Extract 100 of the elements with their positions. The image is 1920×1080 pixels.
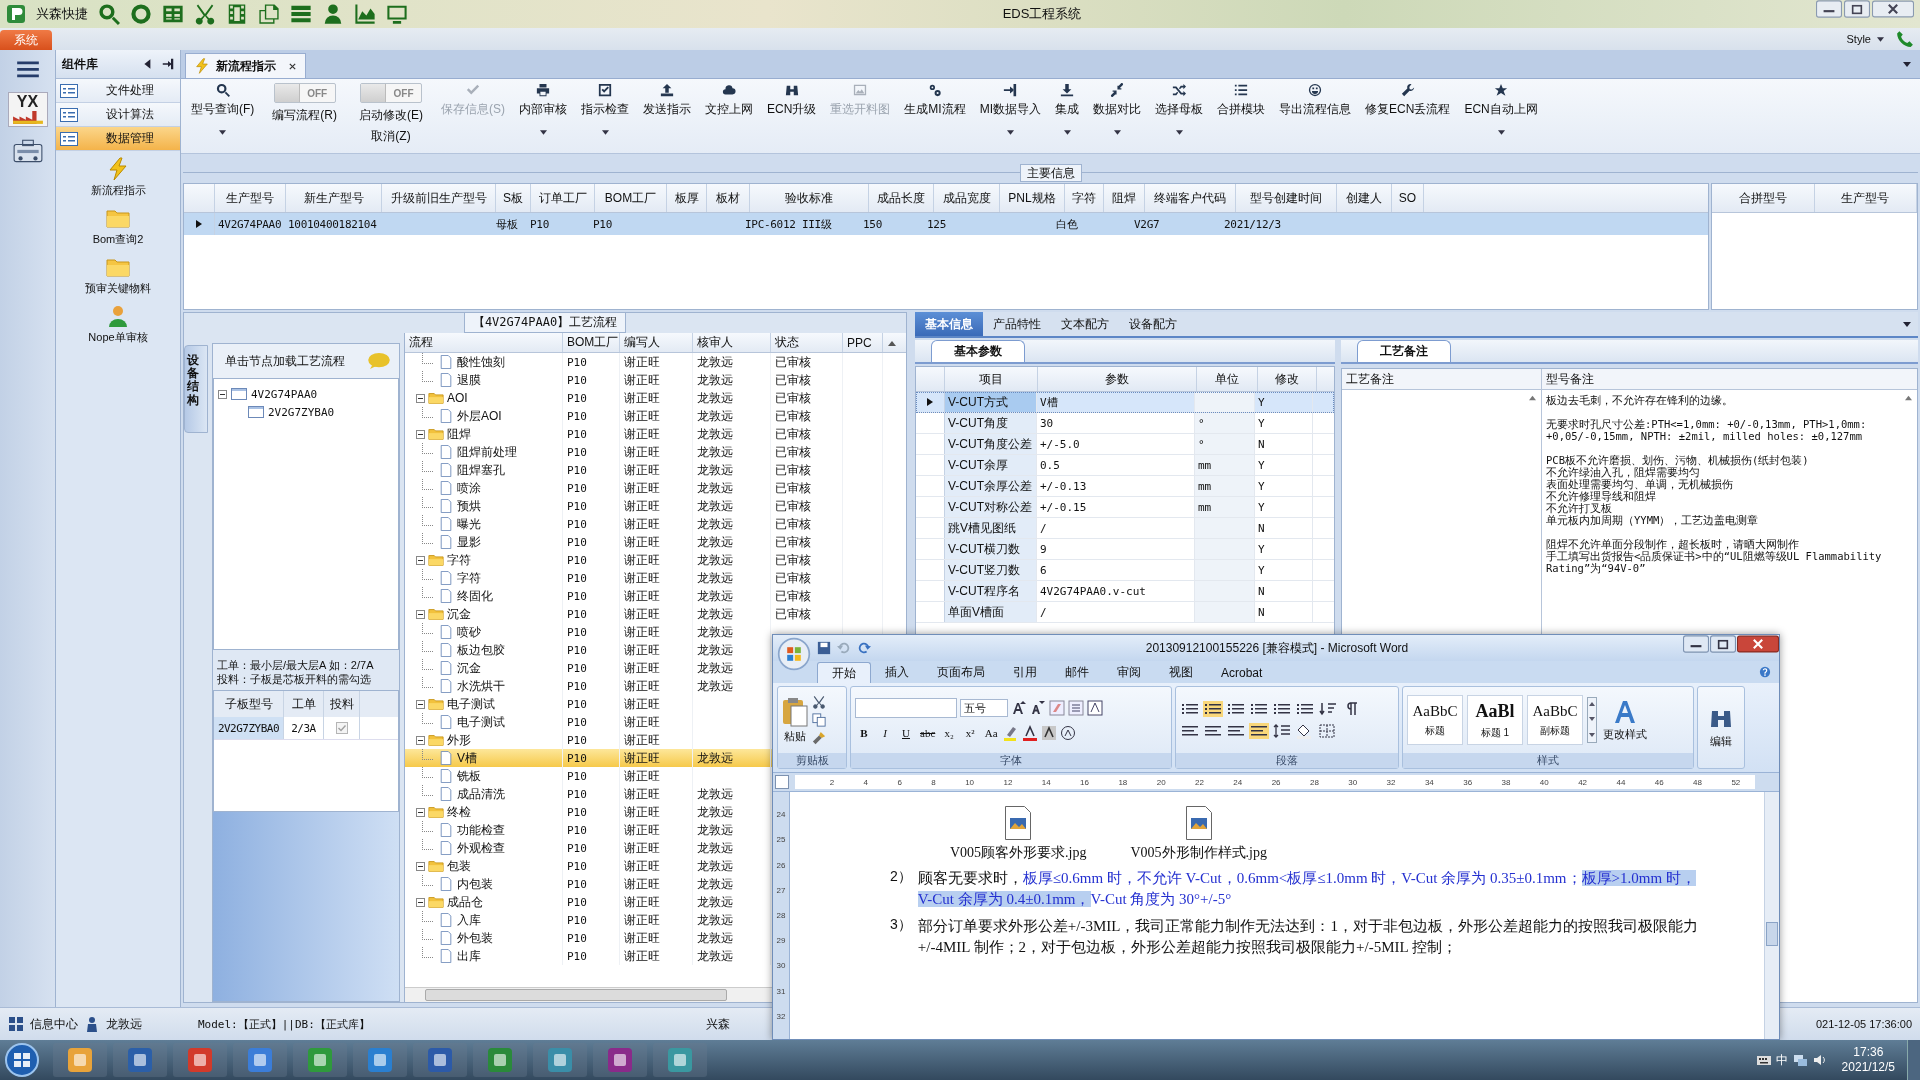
tree-node[interactable]: 2V2G7ZYBA0 [268,405,335,419]
column-header[interactable]: BOM工厂 [563,333,620,352]
ribbon-tab[interactable]: 插入 [871,662,923,683]
toolbar-button[interactable]: 发送指示 [639,83,695,153]
column-header[interactable]: 工单 [284,691,324,717]
column-header[interactable]: S板 [496,184,531,212]
table-row[interactable]: AOI P10 谢正旺 龙敦远 已审核 [405,389,906,407]
tab[interactable]: 设备配方 [1119,312,1187,336]
grow-font-icon[interactable] [1011,700,1027,716]
column-header[interactable]: 成品宽度 [934,184,1000,212]
format-button[interactable]: x₂ [940,724,959,742]
ribbon-tab[interactable]: Acrobat [1207,662,1277,683]
minimize-button[interactable] [1683,635,1709,653]
toolbar-button[interactable]: 选择母板 [1151,83,1208,153]
redo-icon[interactable] [857,641,871,655]
column-header[interactable]: PPC [843,333,883,352]
column-header[interactable]: 单位 [1197,367,1258,391]
format-button[interactable]: abc [918,724,938,742]
input-method-indicator[interactable]: 中 [1775,1051,1788,1069]
ribbon-tab[interactable]: 开始 [817,662,871,683]
align-icon[interactable] [1180,723,1200,739]
toolbar-button[interactable]: ECN自动上网 [1460,83,1542,153]
restore-button[interactable] [1710,635,1736,653]
table-row[interactable]: V-CUT竖刀数 6 Y [916,560,1334,581]
column-header[interactable]: 核审人 [693,333,771,352]
ribbon-tab[interactable]: 邮件 [1051,662,1103,683]
style-tile[interactable]: AaBbC 标题 [1407,695,1463,745]
start-button[interactable] [4,1042,40,1078]
toolbar-button[interactable]: 内部审核 [515,83,571,153]
format-button[interactable]: I [876,724,894,742]
align-icon[interactable] [1226,723,1246,739]
help-icon[interactable] [1759,666,1771,678]
column-header[interactable]: 验收标准 [750,184,869,212]
collapse-icon[interactable] [416,861,425,871]
tab[interactable]: 基本信息 [915,312,983,336]
toolbar-button[interactable]: MI数据导入 [975,83,1046,153]
column-header[interactable]: 参数 [1038,367,1197,391]
network-icon[interactable] [1791,1052,1808,1068]
column-header[interactable]: 流程 [405,333,563,352]
list-icon[interactable] [1180,701,1200,717]
font-color-icon[interactable] [1022,725,1039,741]
column-header[interactable]: 板材 [707,184,750,212]
align-icon[interactable] [1249,723,1269,739]
table-row[interactable]: V-CUT程序名 4V2G74PAA0.v-cut N [916,581,1334,602]
copy-icon[interactable] [812,713,826,727]
copy-icon[interactable] [258,3,280,25]
file-name[interactable]: V005外形制作样式.jpg [1130,844,1267,862]
column-header[interactable]: PNL规格 [1000,184,1065,212]
toolbar-button[interactable]: 型号查询(F) [187,83,259,153]
phone-icon[interactable] [1896,30,1914,48]
sign-in-icon[interactable] [162,58,174,70]
list-icon[interactable] [1295,701,1315,717]
close-icon[interactable] [288,61,297,71]
sidebar-item[interactable]: 文件处理 [56,79,180,103]
toolbox-icon[interactable] [11,139,44,165]
format-button[interactable]: U [897,724,915,742]
ribbon-tab[interactable]: 审阅 [1103,662,1155,683]
table-row[interactable]: 4V2G74PAA0 10010400182104 母板 P10 P10 IPC-6012 III级 150 125 白色 V2G7 2021/12/3 [184,213,1708,235]
image-file-icon[interactable] [1004,806,1033,840]
format-button[interactable]: Aa [982,724,1001,742]
app-icon[interactable] [472,1042,528,1078]
table-row[interactable]: 字符 P10 谢正旺 龙敦远 已审核 [405,569,906,587]
film-icon[interactable] [226,3,248,25]
list-icon[interactable] [1226,701,1246,717]
tab[interactable]: 文本配方 [1051,312,1119,336]
table-row[interactable]: 喷涂 P10 谢正旺 龙敦远 已审核 [405,479,906,497]
toolbar-button[interactable]: 合拼模块 [1213,83,1270,153]
toolbar-button[interactable]: 修复ECN丢流程 [1361,83,1455,153]
document-tab[interactable]: 新流程指示 [185,53,306,78]
image-file-icon[interactable] [1184,806,1213,840]
tool-button[interactable]: 新流程指示 [56,151,180,200]
monitor-icon[interactable] [386,3,408,25]
gallery-scroll-icon[interactable] [1587,697,1597,743]
toolbar-button[interactable]: 导出流程信息 [1275,83,1356,153]
collapse-icon[interactable] [416,609,425,619]
column-header[interactable]: 创建人 [1337,184,1392,212]
table-row[interactable]: 曝光 P10 谢正旺 龙敦远 已审核 [405,515,906,533]
app-icon[interactable] [412,1042,468,1078]
app-icon[interactable] [532,1042,588,1078]
column-header[interactable]: 字符 [1065,184,1104,212]
sidebar-item[interactable]: 数据管理 [56,127,180,151]
font-size-field[interactable]: 五号 [960,699,1008,717]
table-row[interactable]: V-CUT角度公差 +/-5.0 ° N [916,434,1334,455]
column-header[interactable]: 板厚 [667,184,707,212]
column-header[interactable]: 阻焊 [1104,184,1145,212]
table-row[interactable]: 字符 P10 谢正旺 龙敦远 已审核 [405,551,906,569]
sort-icon[interactable] [1318,701,1338,717]
app-icon[interactable] [592,1042,648,1078]
enclose-icon[interactable] [1060,725,1077,741]
table-row[interactable]: 单面V槽面 / N [916,602,1334,623]
app-icon[interactable] [292,1042,348,1078]
table-row[interactable]: 沉金 P10 谢正旺 龙敦远 已审核 [405,605,906,623]
column-header[interactable]: 合拼型号 [1712,184,1815,212]
close-button[interactable] [1737,635,1779,653]
menu-icon[interactable] [14,58,41,80]
cancel-button[interactable]: 取消(Z) [371,128,411,145]
column-header[interactable]: 订单工厂 [531,184,595,212]
column-header[interactable]: 修改 [1258,367,1317,391]
tool-button[interactable]: Nope单审核 [56,298,180,347]
list-icon[interactable] [1203,701,1223,717]
